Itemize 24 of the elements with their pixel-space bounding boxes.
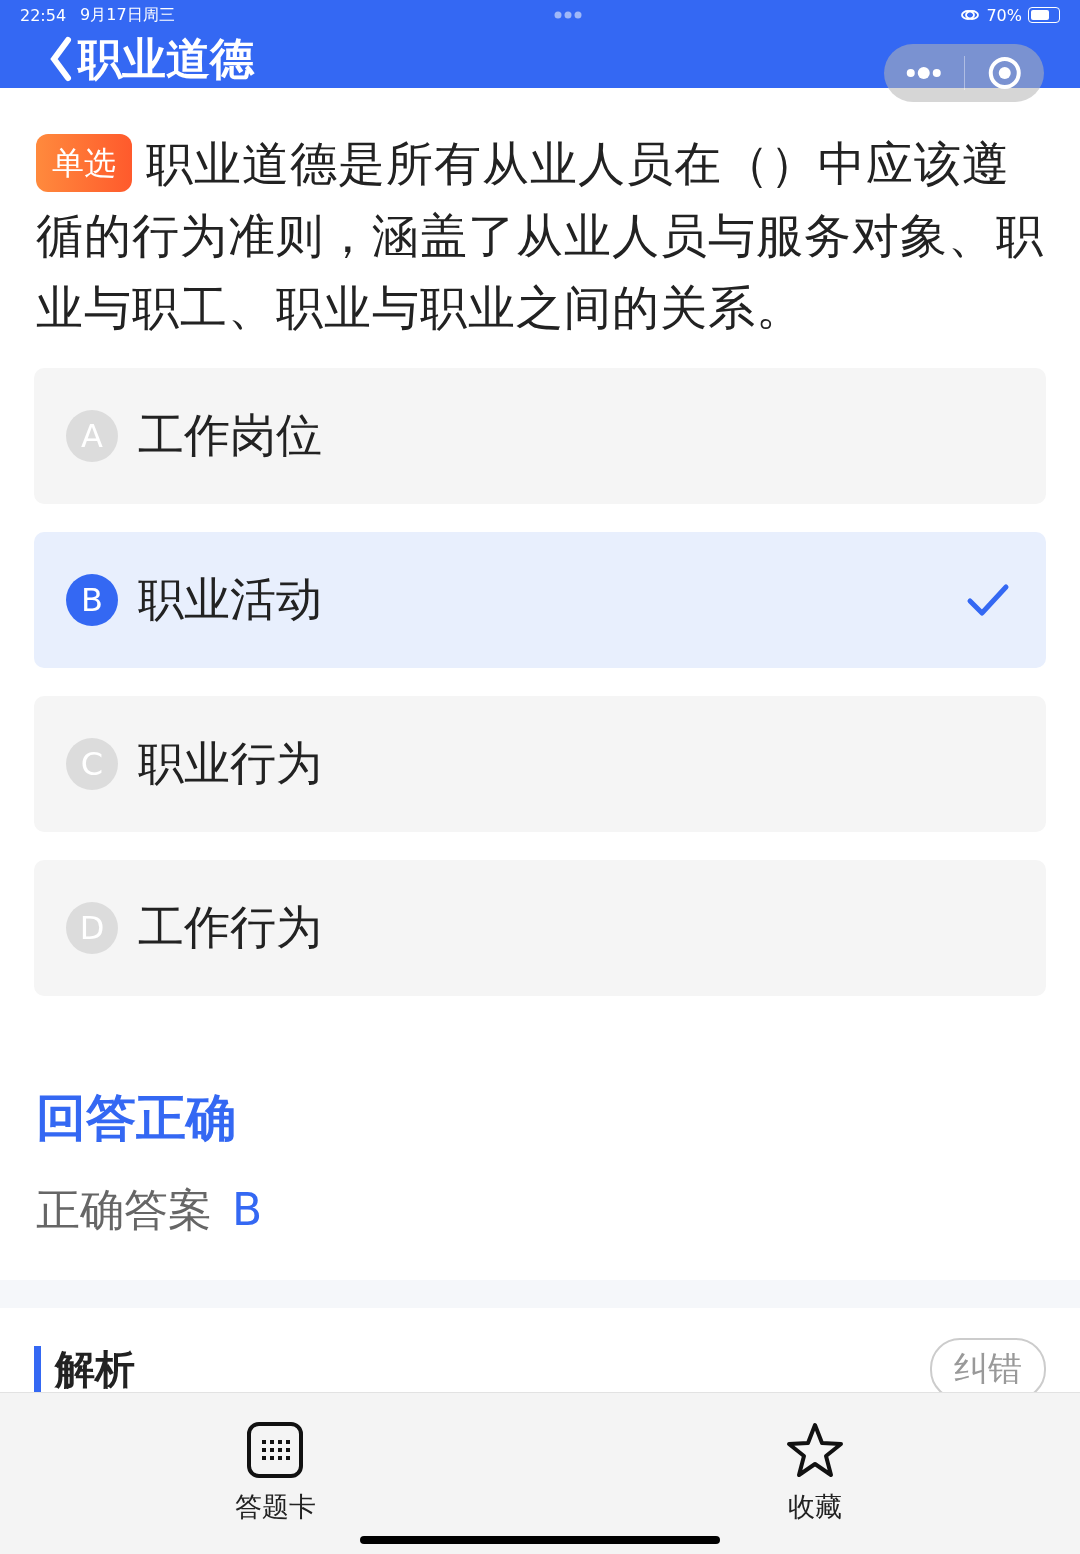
question-type-badge: 单选: [36, 134, 132, 192]
bottom-tab[interactable]: 收藏: [785, 1421, 846, 1525]
option-text: 职业活动: [138, 571, 323, 628]
answer-option[interactable]: B 职业活动: [34, 532, 1046, 668]
back-icon[interactable]: [48, 36, 74, 82]
battery-percent: 70%: [986, 5, 1022, 25]
battery-icon: [1028, 7, 1060, 23]
link-icon: [960, 8, 981, 22]
grid-icon: [246, 1421, 305, 1479]
option-text: 工作岗位: [138, 407, 323, 464]
check-icon: [966, 581, 1010, 619]
status-date: 9月17日周三: [80, 4, 175, 26]
result-title: 回答正确: [36, 1088, 237, 1148]
status-time: 22:54: [20, 5, 67, 25]
question-text: 单选 职业道德是所有从业人员在（）中应该遵循的行为准则，涵盖了从业人员与服务对象、职业与职工、职业与职业之间的关系。: [35, 133, 1045, 337]
bottom-tab[interactable]: 答题卡: [234, 1421, 316, 1525]
more-dots-icon[interactable]: [553, 11, 582, 19]
option-letter: B: [66, 574, 118, 626]
star-icon: [785, 1421, 846, 1479]
option-text: 职业行为: [138, 735, 323, 792]
answer-value: B: [232, 1183, 263, 1237]
option-text: 工作行为: [138, 899, 323, 956]
answer-label: 正确答案: [36, 1183, 212, 1237]
page-title: 职业道德: [78, 37, 254, 81]
